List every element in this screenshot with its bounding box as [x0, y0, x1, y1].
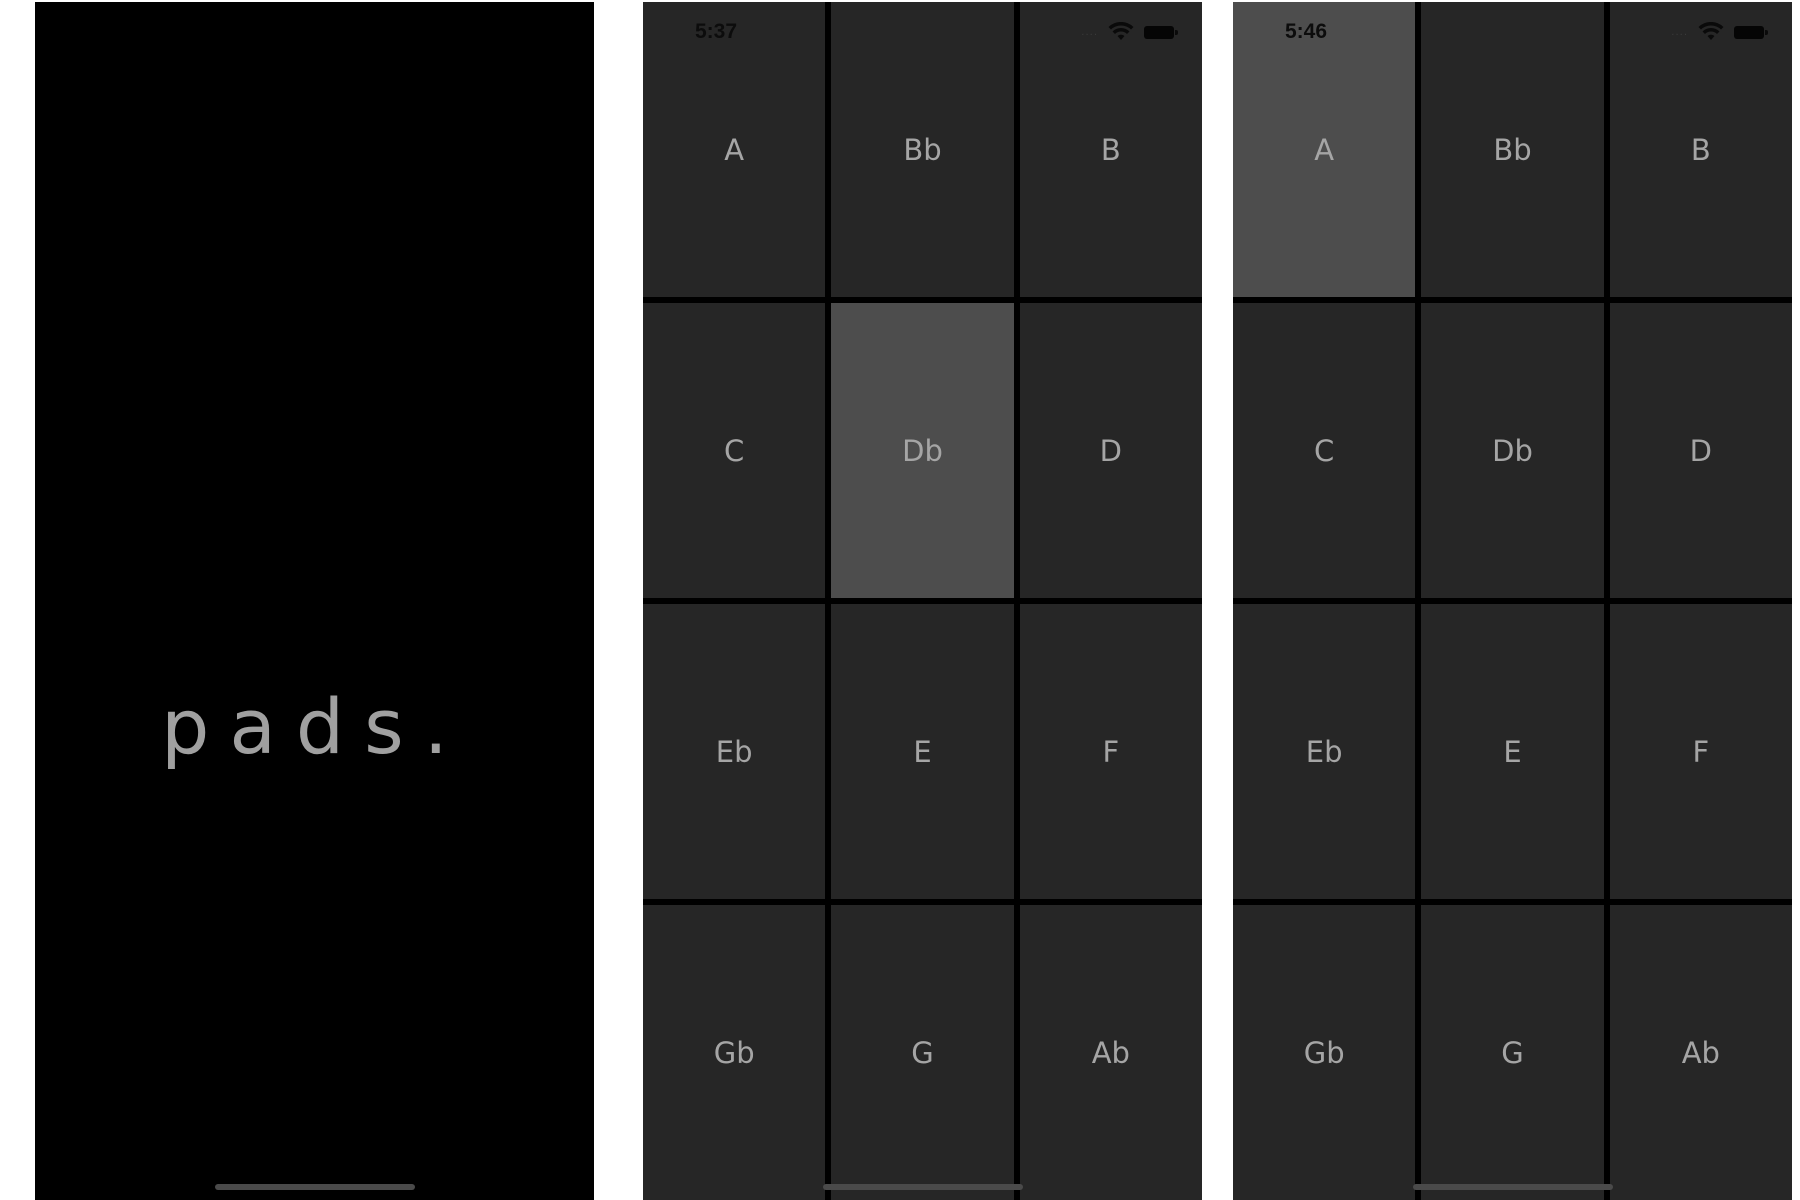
pad-db[interactable]: Db — [1421, 303, 1604, 598]
pad-label: G — [911, 1035, 934, 1070]
pad-c[interactable]: C — [643, 303, 826, 598]
pad-label: E — [1503, 734, 1522, 769]
pad-label: Db — [902, 433, 943, 468]
pad-bb[interactable]: Bb — [831, 2, 1014, 297]
pad-label: C — [1314, 433, 1335, 468]
pad-label: B — [1100, 132, 1121, 167]
pad-label: Eb — [715, 734, 753, 769]
pad-label: D — [1099, 433, 1122, 468]
pad-label: G — [1501, 1035, 1524, 1070]
pad-bb[interactable]: Bb — [1421, 2, 1604, 297]
pad-label: D — [1689, 433, 1712, 468]
pad-label: Db — [1492, 433, 1533, 468]
pad-label: A — [724, 132, 745, 167]
pad-e[interactable]: E — [1421, 604, 1604, 899]
pad-label: Ab — [1091, 1035, 1130, 1070]
pad-label: Gb — [713, 1035, 755, 1070]
pad-f[interactable]: F — [1609, 604, 1792, 899]
home-indicator[interactable] — [822, 1184, 1023, 1190]
home-indicator[interactable] — [214, 1184, 415, 1190]
pad-c[interactable]: C — [1233, 303, 1416, 598]
pad-a[interactable]: A — [1233, 2, 1416, 297]
pad-d[interactable]: D — [1609, 303, 1792, 598]
pad-a[interactable]: A — [643, 2, 826, 297]
pad-eb[interactable]: Eb — [1233, 604, 1416, 899]
pad-label: C — [724, 433, 745, 468]
pads-screen-db-active: A Bb B C Db D Eb E F Gb G Ab 5:37 .... — [643, 2, 1202, 1200]
pad-g[interactable]: G — [1421, 905, 1604, 1200]
pad-b[interactable]: B — [1609, 2, 1792, 297]
app-logo-title: pads. — [161, 682, 468, 771]
pad-label: F — [1102, 734, 1120, 769]
pad-label: Eb — [1305, 734, 1343, 769]
pad-gb[interactable]: Gb — [1233, 905, 1416, 1200]
splash-screen: pads. — [35, 2, 594, 1200]
pad-label: Bb — [1493, 132, 1532, 167]
pad-label: B — [1690, 132, 1711, 167]
pad-grid: A Bb B C Db D Eb E F Gb G Ab — [643, 2, 1202, 1200]
pad-d[interactable]: D — [1019, 303, 1202, 598]
pad-e[interactable]: E — [831, 604, 1014, 899]
pad-label: Ab — [1681, 1035, 1720, 1070]
pad-f[interactable]: F — [1019, 604, 1202, 899]
pad-db[interactable]: Db — [831, 303, 1014, 598]
pad-gb[interactable]: Gb — [643, 905, 826, 1200]
pad-label: Bb — [903, 132, 942, 167]
pad-b[interactable]: B — [1019, 2, 1202, 297]
pad-ab[interactable]: Ab — [1609, 905, 1792, 1200]
pad-g[interactable]: G — [831, 905, 1014, 1200]
pad-label: F — [1692, 734, 1710, 769]
pad-label: A — [1314, 132, 1335, 167]
pad-ab[interactable]: Ab — [1019, 905, 1202, 1200]
pad-eb[interactable]: Eb — [643, 604, 826, 899]
home-indicator[interactable] — [1412, 1184, 1613, 1190]
pad-grid: A Bb B C Db D Eb E F Gb G Ab — [1233, 2, 1792, 1200]
pad-label: Gb — [1303, 1035, 1345, 1070]
pad-label: E — [913, 734, 932, 769]
pads-screen-a-active: A Bb B C Db D Eb E F Gb G Ab 5:46 .... — [1233, 2, 1792, 1200]
